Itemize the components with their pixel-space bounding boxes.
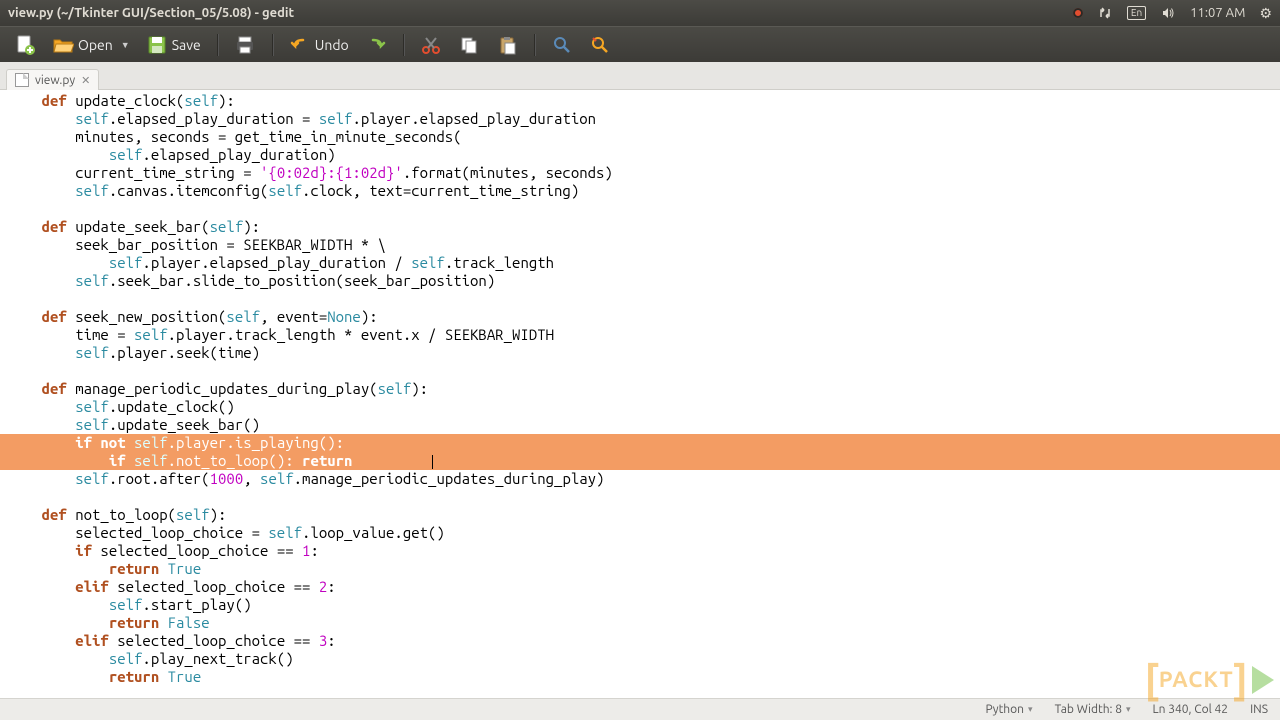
paste-icon: [496, 34, 518, 56]
status-bar: Python Tab Width: 8 Ln 340, Col 42 INS: [0, 698, 1280, 720]
new-file-button[interactable]: [10, 32, 40, 58]
open-dropdown-arrow-icon[interactable]: ▼: [117, 40, 130, 50]
toolbar-separator: [217, 34, 218, 56]
document-icon: [15, 73, 29, 87]
system-tray: En 11:07 AM ⚙: [1073, 5, 1272, 22]
volume-icon[interactable]: [1160, 5, 1176, 21]
keyboard-lang-indicator[interactable]: En: [1127, 6, 1146, 20]
network-icon[interactable]: [1097, 5, 1113, 21]
save-floppy-icon: [146, 34, 168, 56]
tab-filename: view.py: [35, 74, 75, 87]
copy-button[interactable]: [454, 32, 484, 58]
open-label: Open: [78, 37, 113, 53]
print-button[interactable]: [230, 32, 260, 58]
code-content[interactable]: def update_clock(self): self.elapsed_pla…: [8, 92, 1280, 686]
find-replace-icon: [589, 34, 611, 56]
print-icon: [234, 34, 256, 56]
cursor-position: Ln 340, Col 42: [1153, 703, 1229, 716]
settings-gear-icon[interactable]: ⚙: [1259, 5, 1272, 22]
cut-button[interactable]: [416, 32, 446, 58]
clock[interactable]: 11:07 AM: [1190, 6, 1245, 20]
scissors-icon: [420, 34, 442, 56]
tab-width-selector[interactable]: Tab Width: 8: [1055, 703, 1131, 716]
file-tab[interactable]: view.py ✕: [6, 69, 99, 90]
undo-arrow-icon: [289, 34, 311, 56]
search-icon: [551, 34, 573, 56]
close-tab-icon[interactable]: ✕: [81, 74, 90, 87]
find-replace-button[interactable]: [585, 32, 615, 58]
open-button[interactable]: Open ▼: [48, 32, 134, 58]
undo-button[interactable]: Undo: [285, 32, 353, 58]
save-button[interactable]: Save: [142, 32, 205, 58]
window-title: view.py (~/Tkinter GUI/Section_05/5.08) …: [8, 6, 1073, 20]
main-toolbar: Open ▼ Save Undo: [0, 26, 1280, 62]
open-folder-icon: [52, 34, 74, 56]
code-editor[interactable]: def update_clock(self): self.elapsed_pla…: [0, 90, 1280, 698]
save-label: Save: [172, 37, 201, 53]
new-file-icon: [14, 34, 36, 56]
tab-bar: view.py ✕: [0, 62, 1280, 90]
toolbar-separator: [534, 34, 535, 56]
copy-icon: [458, 34, 480, 56]
window-titlebar: view.py (~/Tkinter GUI/Section_05/5.08) …: [0, 0, 1280, 26]
language-selector[interactable]: Python: [985, 703, 1032, 716]
redo-arrow-icon: [365, 34, 387, 56]
toolbar-separator: [272, 34, 273, 56]
redo-button[interactable]: [361, 32, 391, 58]
undo-label: Undo: [315, 37, 349, 53]
insert-mode: INS: [1250, 703, 1268, 716]
toolbar-separator: [403, 34, 404, 56]
find-button[interactable]: [547, 32, 577, 58]
record-indicator-icon: [1073, 8, 1083, 18]
paste-button[interactable]: [492, 32, 522, 58]
